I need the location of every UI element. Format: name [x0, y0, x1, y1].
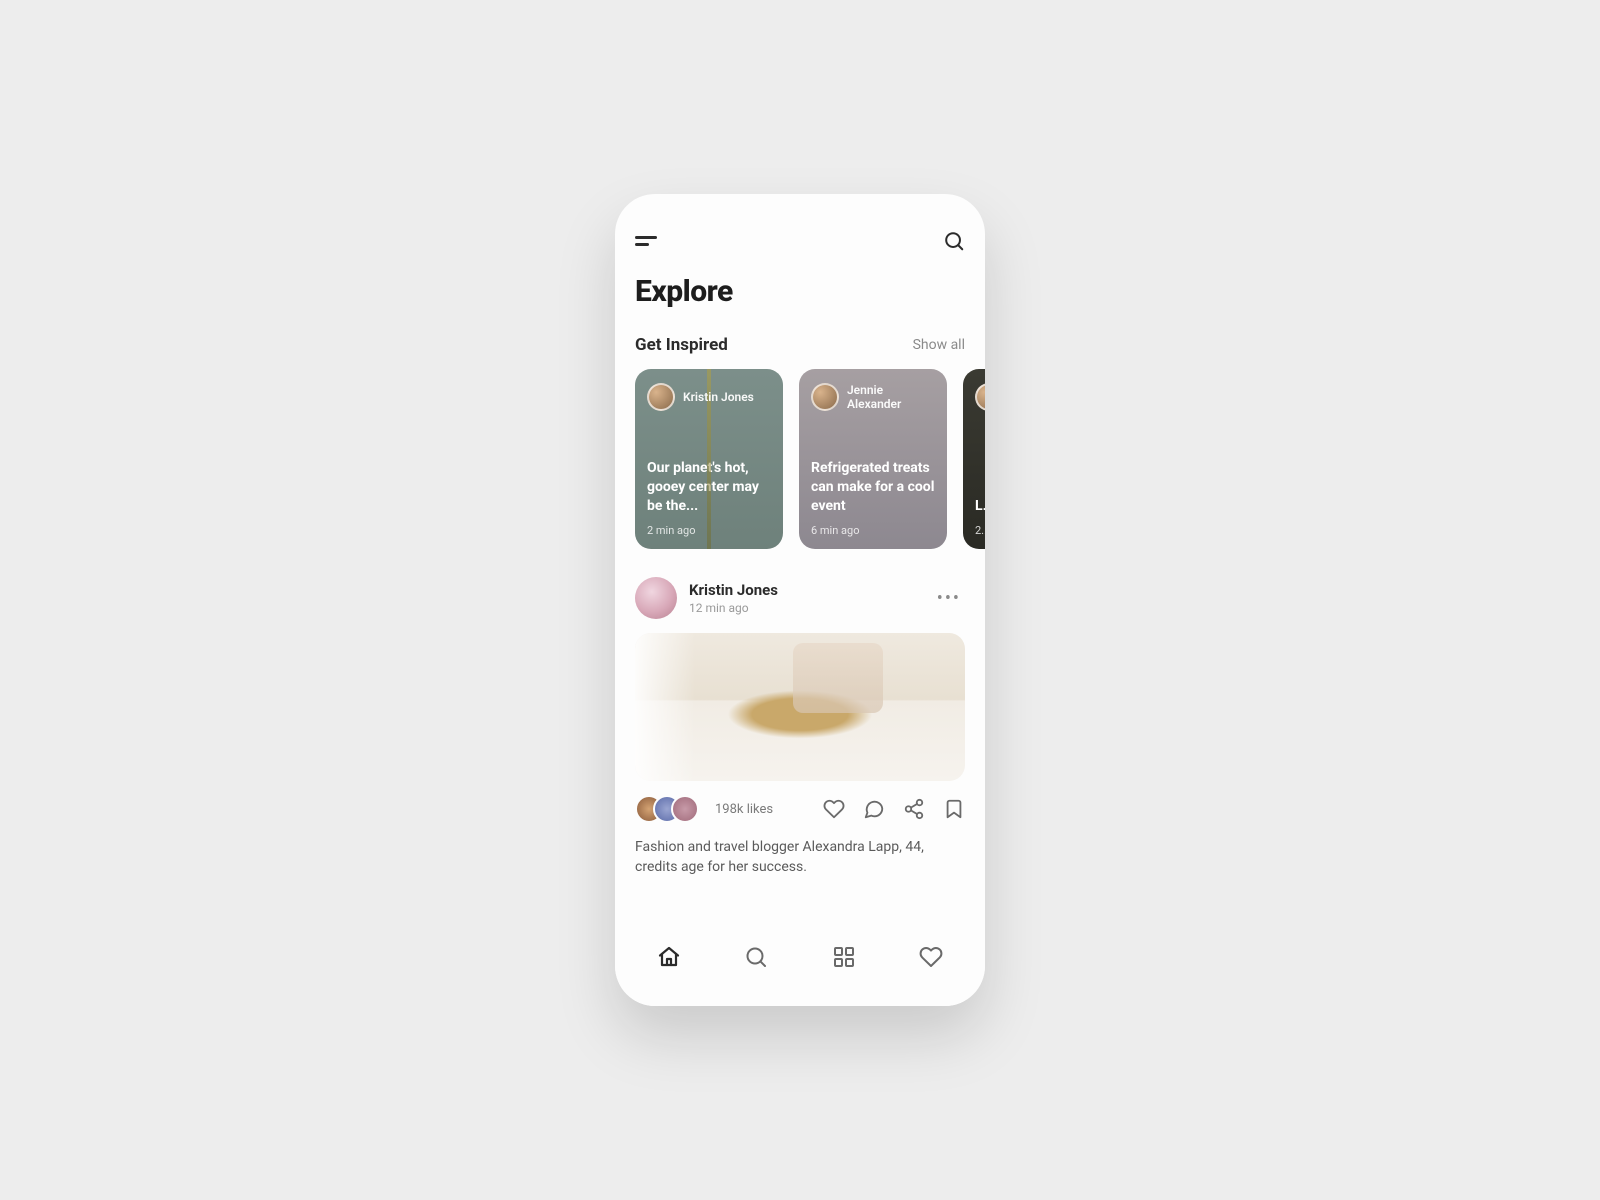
- section-header: Get Inspired Show all: [635, 335, 965, 355]
- avatar: [811, 383, 839, 411]
- section-title: Get Inspired: [635, 335, 728, 355]
- post-header: Kristin Jones 12 min ago •••: [635, 577, 965, 619]
- post-author-name[interactable]: Kristin Jones: [689, 581, 778, 599]
- more-options-icon[interactable]: •••: [933, 584, 965, 613]
- search-icon: [744, 945, 768, 969]
- tab-home[interactable]: [647, 935, 691, 983]
- bookmark-icon[interactable]: [943, 798, 965, 820]
- share-icon[interactable]: [903, 798, 925, 820]
- screen-content: Explore Get Inspired Show all Kristin Jo…: [615, 194, 985, 930]
- avatar: [671, 795, 699, 823]
- menu-icon[interactable]: [635, 236, 657, 250]
- post-actions-row: 198k likes: [635, 795, 965, 823]
- inspiration-card[interactable]: Jennie Alexander Refrigerated treats can…: [799, 369, 947, 549]
- avatar: [975, 383, 985, 411]
- tab-search[interactable]: [734, 935, 778, 983]
- tab-favorites[interactable]: [909, 935, 953, 983]
- post-time: 12 min ago: [689, 601, 778, 615]
- post-caption: Fashion and travel blogger Alexandra Lap…: [635, 837, 965, 878]
- avatar: [647, 383, 675, 411]
- card-author: L: [975, 383, 985, 411]
- card-time: 6 min ago: [811, 524, 935, 537]
- likes-count[interactable]: 198k likes: [715, 802, 773, 817]
- page-title: Explore: [635, 274, 965, 309]
- card-time: 2 min ago: [647, 524, 771, 537]
- card-title: Refrigerated treats can make for a cool …: [811, 459, 935, 516]
- card-title: L... f... t...: [975, 497, 985, 516]
- inspiration-card[interactable]: L L... f... t... 2...: [963, 369, 985, 549]
- home-icon: [657, 945, 681, 969]
- liker-avatars[interactable]: [635, 795, 699, 823]
- inspiration-cards-row[interactable]: Kristin Jones Our planet's hot, gooey ce…: [635, 369, 985, 549]
- avatar[interactable]: [635, 577, 677, 619]
- top-bar: [635, 220, 965, 274]
- heart-icon[interactable]: [823, 798, 845, 820]
- tab-grid[interactable]: [822, 935, 866, 983]
- phone-frame: Explore Get Inspired Show all Kristin Jo…: [615, 194, 985, 1006]
- card-time: 2...: [975, 524, 985, 537]
- card-author-name: Jennie Alexander: [847, 383, 935, 412]
- inspiration-card[interactable]: Kristin Jones Our planet's hot, gooey ce…: [635, 369, 783, 549]
- feed-post: Kristin Jones 12 min ago ••• 198k likes: [635, 577, 965, 878]
- heart-icon: [919, 945, 943, 969]
- show-all-link[interactable]: Show all: [913, 337, 965, 353]
- bottom-tab-bar: [615, 930, 985, 1006]
- post-image[interactable]: [635, 633, 965, 781]
- card-author: Jennie Alexander: [811, 383, 935, 412]
- search-icon[interactable]: [943, 230, 965, 256]
- comment-icon[interactable]: [863, 798, 885, 820]
- card-author-name: Kristin Jones: [683, 390, 754, 404]
- grid-icon: [832, 945, 856, 969]
